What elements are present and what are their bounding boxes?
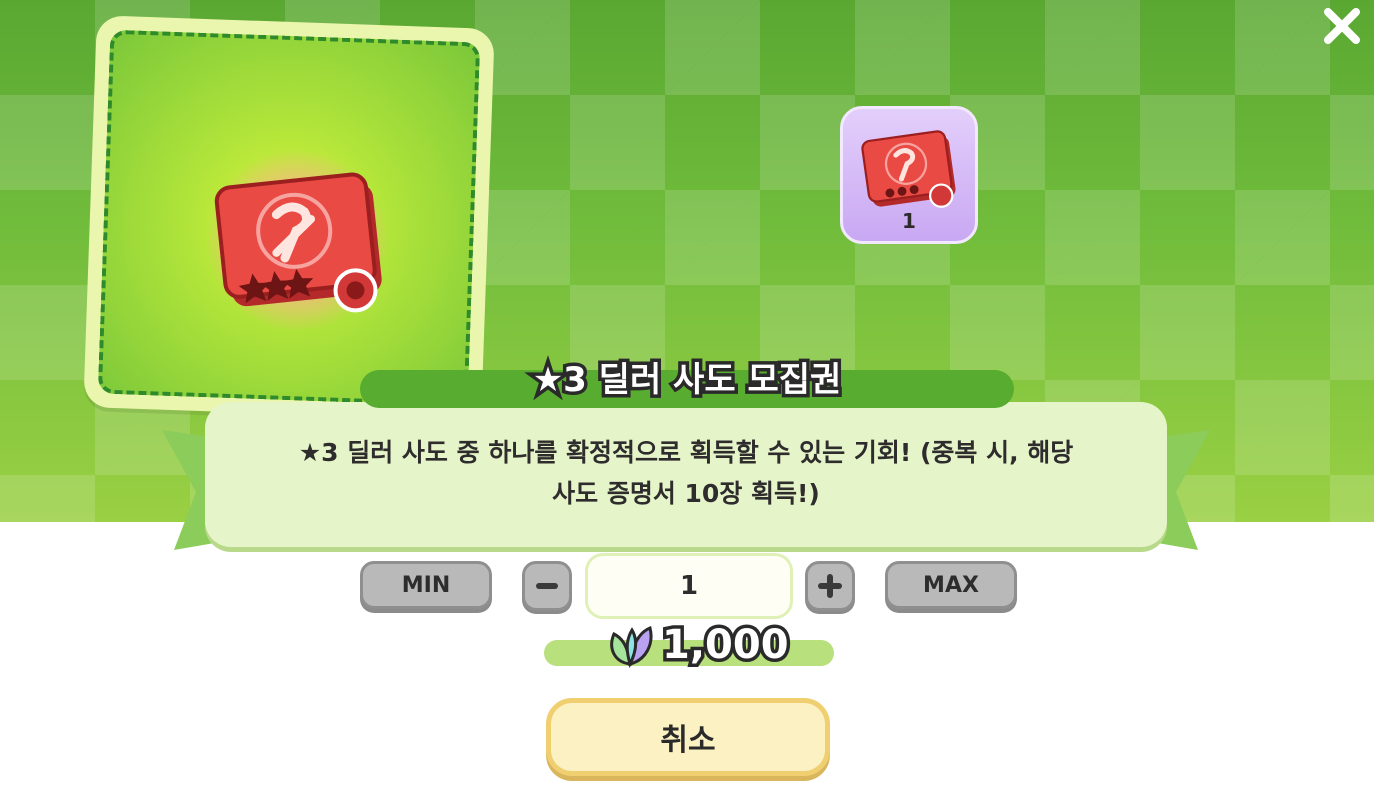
red-ticket-icon (861, 130, 956, 208)
item-preview-slot: 1 (840, 106, 978, 244)
minus-icon (536, 583, 558, 589)
crystal-leaf-icon (610, 625, 653, 669)
item-description: ★3 딜러 사도 중 하나를 확정적으로 획득할 수 있는 기회! (중복 시,… (250, 432, 1122, 514)
description-line-1: ★3 딜러 사도 중 하나를 확정적으로 획득할 수 있는 기회! (중복 시,… (298, 438, 1074, 467)
owned-count: 1 (902, 209, 916, 233)
close-icon (1324, 8, 1360, 44)
description-line-2: 사도 증명서 10장 획득!) (552, 479, 820, 508)
increment-button[interactable] (805, 561, 855, 611)
min-button[interactable]: MIN (360, 561, 492, 609)
max-button[interactable]: MAX (885, 561, 1017, 609)
quantity-input[interactable] (585, 553, 793, 619)
price-amount: 1,000 (659, 619, 793, 672)
item-title: ★3 딜러 사도 모집권 (529, 357, 845, 404)
cancel-button[interactable]: 취소 (546, 698, 830, 776)
decrement-button[interactable] (522, 561, 572, 611)
red-ticket-icon (214, 172, 382, 313)
item-card-inner (97, 29, 481, 407)
plus-icon (818, 574, 842, 598)
close-button[interactable] (1318, 2, 1366, 50)
